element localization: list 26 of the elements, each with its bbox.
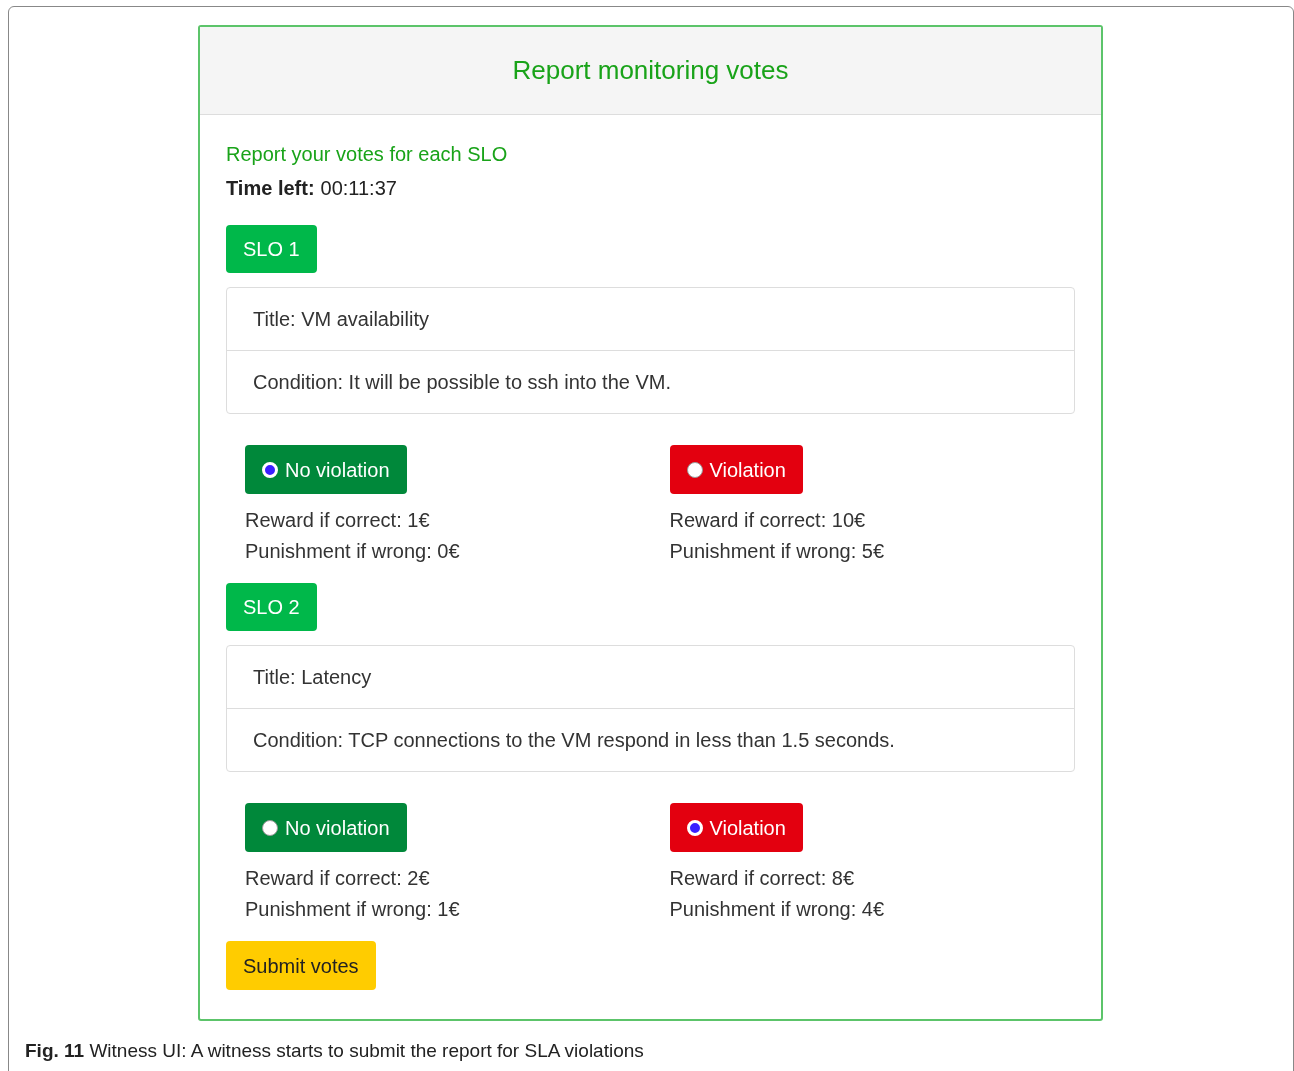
- slo-button[interactable]: SLO 1: [226, 225, 317, 273]
- slo-title: Title: VM availability: [253, 307, 429, 332]
- vote-option-button[interactable]: No violation: [245, 445, 407, 494]
- reward-text: Reward if correct: 8€: [669, 866, 854, 891]
- punishment-text: Punishment if wrong: 4€: [669, 897, 885, 922]
- card-title: Report monitoring votes: [512, 54, 789, 87]
- slo-condition: Condition: TCP connections to the VM respond in less than 1.5 seconds.: [253, 728, 895, 753]
- punishment-text: Punishment if wrong: 1€: [245, 897, 460, 922]
- subtitle: Report your votes for each SLO: [226, 142, 508, 167]
- punishment-text: Punishment if wrong: 0€: [245, 539, 460, 564]
- punishment-text: Punishment if wrong: 5€: [669, 539, 885, 564]
- slo-condition: Condition: It will be possible to ssh into the VM.: [253, 370, 671, 395]
- vote-option-button[interactable]: No violation: [245, 803, 407, 852]
- figure-caption: Fig. 11 Witness UI: A witness starts to submit the report for SLA violations: [25, 1039, 644, 1063]
- submit-votes-button[interactable]: Submit votes: [226, 941, 376, 990]
- radio-button[interactable]: [262, 819, 278, 836]
- slo-button[interactable]: SLO 2: [226, 583, 317, 631]
- reward-text: Reward if correct: 2€: [245, 866, 430, 891]
- radio-button[interactable]: [686, 461, 703, 478]
- reward-text: Reward if correct: 10€: [669, 508, 866, 533]
- reward-text: Reward if correct: 1€: [245, 508, 430, 533]
- time-left-label: Time left:: [226, 176, 315, 201]
- vote-option-button[interactable]: Violation: [669, 803, 803, 852]
- time-left-value: 00:11:37: [320, 176, 397, 201]
- slo-title: Title: Latency: [253, 665, 372, 690]
- vote-option-button[interactable]: Violation: [669, 445, 803, 494]
